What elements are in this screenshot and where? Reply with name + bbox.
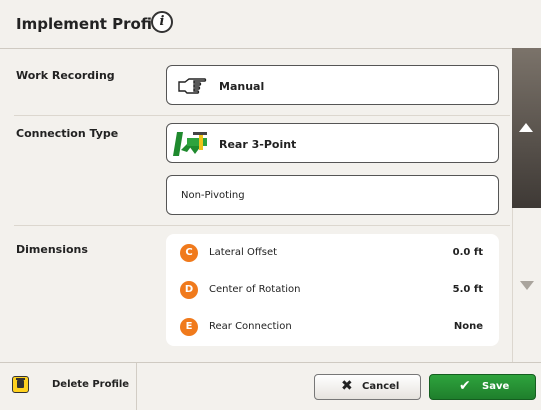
- work-recording-value: Manual: [219, 80, 265, 93]
- title-bar: Implement Profile i: [0, 0, 541, 49]
- scroll-down-button[interactable]: [512, 208, 541, 362]
- connection-type-selector[interactable]: Rear 3-Point: [166, 123, 499, 163]
- dimension-row-rear-connection[interactable]: E Rear Connection None: [166, 318, 499, 338]
- divider: [14, 225, 510, 226]
- dimension-label: Rear Connection: [209, 321, 292, 332]
- pivoting-selector[interactable]: Non-Pivoting: [166, 175, 499, 215]
- work-recording-label: Work Recording: [16, 69, 115, 82]
- connection-type-label: Connection Type: [16, 127, 119, 140]
- badge-e: E: [180, 318, 198, 336]
- implement-profile-screen: Implement Profile i Work Recording Manua…: [0, 0, 541, 410]
- dimension-row-lateral-offset[interactable]: C Lateral Offset 0.0 ft: [166, 244, 499, 264]
- dimension-value: None: [453, 321, 483, 332]
- work-recording-selector[interactable]: Manual: [166, 65, 499, 105]
- page-title: Implement Profile: [16, 15, 168, 33]
- dimension-value: 5.0 ft: [452, 284, 483, 295]
- save-button[interactable]: ✔ Save: [429, 374, 536, 400]
- pivoting-value: Non-Pivoting: [181, 190, 245, 201]
- divider: [14, 115, 510, 116]
- checkmark-icon: ✔: [459, 378, 471, 394]
- dimension-value: 0.0 ft: [452, 247, 483, 258]
- dimensions-panel: C Lateral Offset 0.0 ft D Center of Rota…: [166, 234, 499, 346]
- x-icon: ✖: [341, 378, 353, 394]
- arrow-down-icon: [520, 281, 534, 290]
- delete-profile-label: Delete Profile: [52, 379, 130, 390]
- hand-pointer-icon: [178, 78, 207, 94]
- tractor-3-point-icon: [169, 126, 211, 158]
- badge-c: C: [180, 244, 198, 262]
- delete-profile-button[interactable]: Delete Profile: [0, 363, 137, 410]
- connection-type-value: Rear 3-Point: [219, 138, 297, 151]
- scroll-up-button[interactable]: [512, 48, 541, 208]
- badge-d: D: [180, 281, 198, 299]
- trash-icon: [12, 376, 29, 393]
- dimension-label: Center of Rotation: [209, 284, 301, 295]
- dimension-row-center-of-rotation[interactable]: D Center of Rotation 5.0 ft: [166, 281, 499, 301]
- info-icon[interactable]: i: [151, 11, 173, 33]
- footer-bar: Delete Profile ✖ Cancel ✔ Save: [0, 362, 541, 410]
- cancel-label: Cancel: [362, 381, 400, 392]
- cancel-button[interactable]: ✖ Cancel: [314, 374, 421, 400]
- arrow-up-icon: [519, 123, 533, 132]
- dimensions-label: Dimensions: [16, 243, 88, 256]
- dimension-label: Lateral Offset: [209, 247, 278, 258]
- save-label: Save: [482, 381, 510, 392]
